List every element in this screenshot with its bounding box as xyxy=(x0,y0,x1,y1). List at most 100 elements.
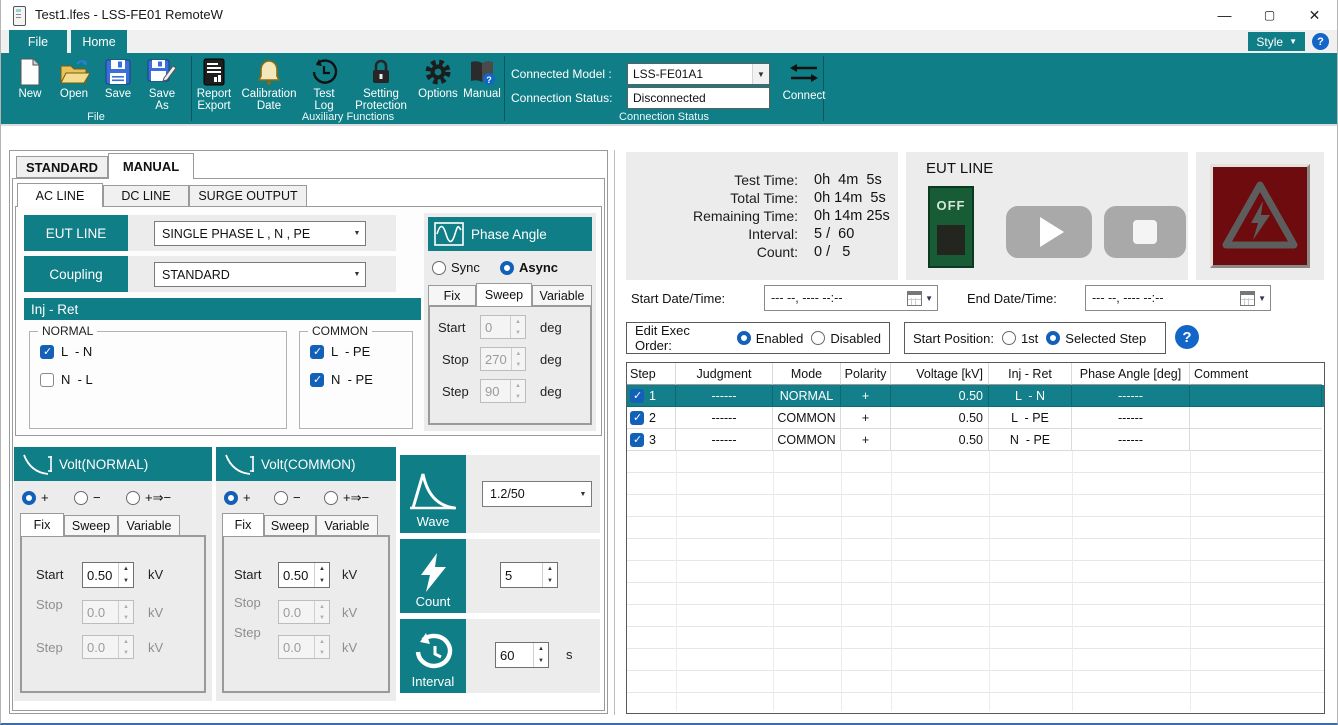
checkbox-n-l[interactable]: N - L xyxy=(40,372,93,387)
col-header-polarity[interactable]: Polarity xyxy=(841,363,891,385)
report-export-button[interactable]: Report Export xyxy=(194,56,234,112)
volt-common-stop-spinner[interactable]: 0.0 ▲▼ xyxy=(278,600,330,624)
phase-sync-radio[interactable]: Sync xyxy=(432,260,480,275)
spinner-buttons[interactable]: ▲▼ xyxy=(314,601,329,623)
exec-help-icon[interactable]: ? xyxy=(1175,325,1199,349)
help-icon[interactable]: ? xyxy=(1312,33,1329,50)
tab-ac-line[interactable]: AC LINE xyxy=(17,183,103,207)
style-dropdown[interactable]: Style ▼ xyxy=(1248,32,1305,51)
table-row[interactable]: 2 ------ COMMON + 0.50 L - PE ------ xyxy=(627,407,1324,429)
setting-protection-button[interactable]: Setting Protection xyxy=(348,56,414,112)
volt-normal-both-radio[interactable]: +⇒− xyxy=(126,490,171,506)
row-checkbox[interactable] xyxy=(630,433,644,447)
wave-combobox[interactable]: 1.2/50 ▼ xyxy=(482,481,592,507)
spinner-buttons[interactable]: ▲▼ xyxy=(542,563,557,587)
minimize-button[interactable]: — xyxy=(1202,0,1247,30)
tab-home[interactable]: Home xyxy=(71,30,127,53)
coupling-combobox[interactable]: STANDARD ▼ xyxy=(154,262,366,287)
volt-normal-tab-variable[interactable]: Variable xyxy=(118,515,180,536)
save-button[interactable]: Save xyxy=(98,56,138,100)
col-header-comment[interactable]: Comment xyxy=(1190,363,1322,385)
volt-common-tab-fix[interactable]: Fix xyxy=(222,513,264,536)
connect-button[interactable]: Connect xyxy=(784,58,824,102)
interval-spinner[interactable]: 60 ▲▼ xyxy=(495,642,549,668)
table-row[interactable]: 1 ------ NORMAL + 0.50 L - N ------ xyxy=(627,385,1324,407)
volt-normal-tab-fix[interactable]: Fix xyxy=(20,513,64,536)
table-row[interactable]: 3 ------ COMMON + 0.50 N - PE ------ xyxy=(627,429,1324,451)
spinner-buttons[interactable]: ▲▼ xyxy=(118,563,133,587)
volt-common-tab-sweep[interactable]: Sweep xyxy=(264,515,316,536)
checkbox-l-pe[interactable]: L - PE xyxy=(310,344,370,359)
tab-dc-line[interactable]: DC LINE xyxy=(103,185,189,207)
checkbox-n-pe[interactable]: N - PE xyxy=(310,372,373,387)
eut-line-combobox[interactable]: SINGLE PHASE L , N , PE ▼ xyxy=(154,221,366,246)
phase-async-radio[interactable]: Async xyxy=(500,260,558,275)
checkbox-l-n[interactable]: L - N xyxy=(40,344,92,359)
tab-manual[interactable]: MANUAL xyxy=(108,153,194,179)
start-pos-1st-radio[interactable]: 1st xyxy=(1002,331,1038,346)
exec-enabled-radio[interactable]: Enabled xyxy=(737,331,804,346)
close-button[interactable]: ✕ xyxy=(1292,0,1337,30)
col-header-judgment[interactable]: Judgment xyxy=(676,363,773,385)
phase-tab-sweep[interactable]: Sweep xyxy=(476,283,532,306)
tab-standard[interactable]: STANDARD xyxy=(16,156,108,178)
volt-common-plus-radio[interactable]: + xyxy=(224,490,251,505)
spinner-buttons[interactable]: ▲▼ xyxy=(314,636,329,658)
eut-line-switch[interactable]: OFF xyxy=(928,186,974,268)
stop-test-button[interactable] xyxy=(1104,206,1186,258)
tab-surge-output[interactable]: SURGE OUTPUT xyxy=(189,185,307,207)
table-empty-area[interactable] xyxy=(627,451,1324,711)
phase-tab-fix[interactable]: Fix xyxy=(428,285,476,306)
connected-model-combobox[interactable]: LSS-FE01A1 ▼ xyxy=(627,63,770,85)
col-header-voltage[interactable]: Voltage [kV] xyxy=(891,363,989,385)
start-test-button[interactable] xyxy=(1006,206,1092,258)
col-header-phase-angle[interactable]: Phase Angle [deg] xyxy=(1072,363,1190,385)
spinner-buttons[interactable]: ▲▼ xyxy=(510,380,525,402)
volt-common-tab-variable[interactable]: Variable xyxy=(316,515,378,536)
phase-step-spinner[interactable]: 90 ▲▼ xyxy=(480,379,526,403)
end-datetime-field[interactable]: --- --, ---- --:-- ▼ xyxy=(1085,285,1271,311)
comment-cell xyxy=(1190,385,1322,407)
manual-button[interactable]: ? Manual xyxy=(462,56,502,100)
spinner-buttons[interactable]: ▲▼ xyxy=(118,601,133,623)
start-pos-selected-radio[interactable]: Selected Step xyxy=(1046,331,1146,346)
phase-start-spinner[interactable]: 0 ▲▼ xyxy=(480,315,526,339)
options-button[interactable]: Options xyxy=(418,56,458,100)
spinner-buttons[interactable]: ▲▼ xyxy=(314,563,329,587)
volt-normal-minus-radio[interactable]: − xyxy=(74,490,101,505)
spinner-buttons[interactable]: ▲▼ xyxy=(118,636,133,658)
tab-file[interactable]: File xyxy=(9,30,67,53)
col-header-inj-ret[interactable]: Inj - Ret xyxy=(989,363,1072,385)
volt-common-minus-radio[interactable]: − xyxy=(274,490,301,505)
maximize-button[interactable]: ▢ xyxy=(1247,0,1292,30)
chevron-down-icon: ▼ xyxy=(752,64,769,84)
volt-common-start-spinner[interactable]: 0.50 ▲▼ xyxy=(278,562,330,588)
open-button[interactable]: Open xyxy=(54,56,94,100)
calendar-dropdown-icon[interactable]: ▼ xyxy=(1240,291,1266,306)
volt-normal-step-spinner[interactable]: 0.0 ▲▼ xyxy=(82,635,134,659)
volt-common-both-radio[interactable]: +⇒− xyxy=(324,490,369,506)
volt-normal-stop-spinner[interactable]: 0.0 ▲▼ xyxy=(82,600,134,624)
volt-normal-tab-sweep[interactable]: Sweep xyxy=(64,515,118,536)
spinner-buttons[interactable]: ▲▼ xyxy=(533,643,548,667)
spinner-buttons[interactable]: ▲▼ xyxy=(511,348,525,370)
count-spinner[interactable]: 5 ▲▼ xyxy=(500,562,558,588)
phase-tab-variable[interactable]: Variable xyxy=(532,285,592,306)
volt-common-step-spinner[interactable]: 0.0 ▲▼ xyxy=(278,635,330,659)
col-header-step[interactable]: Step xyxy=(627,363,676,385)
start-datetime-field[interactable]: --- --, ---- --:-- ▼ xyxy=(764,285,938,311)
high-voltage-warning-button[interactable] xyxy=(1210,164,1310,268)
volt-normal-plus-radio[interactable]: + xyxy=(22,490,49,505)
row-checkbox[interactable] xyxy=(630,411,644,425)
exec-disabled-radio[interactable]: Disabled xyxy=(811,331,881,346)
volt-normal-start-spinner[interactable]: 0.50 ▲▼ xyxy=(82,562,134,588)
calibration-date-button[interactable]: Calibration Date xyxy=(238,56,300,112)
col-header-mode[interactable]: Mode xyxy=(773,363,841,385)
save-as-button[interactable]: Save As xyxy=(142,56,182,112)
phase-stop-spinner[interactable]: 270 ▲▼ xyxy=(480,347,526,371)
row-checkbox[interactable] xyxy=(630,389,644,403)
new-button[interactable]: New xyxy=(10,56,50,100)
calendar-dropdown-icon[interactable]: ▼ xyxy=(907,291,933,306)
test-log-button[interactable]: Test Log xyxy=(304,56,344,112)
spinner-buttons[interactable]: ▲▼ xyxy=(510,316,525,338)
